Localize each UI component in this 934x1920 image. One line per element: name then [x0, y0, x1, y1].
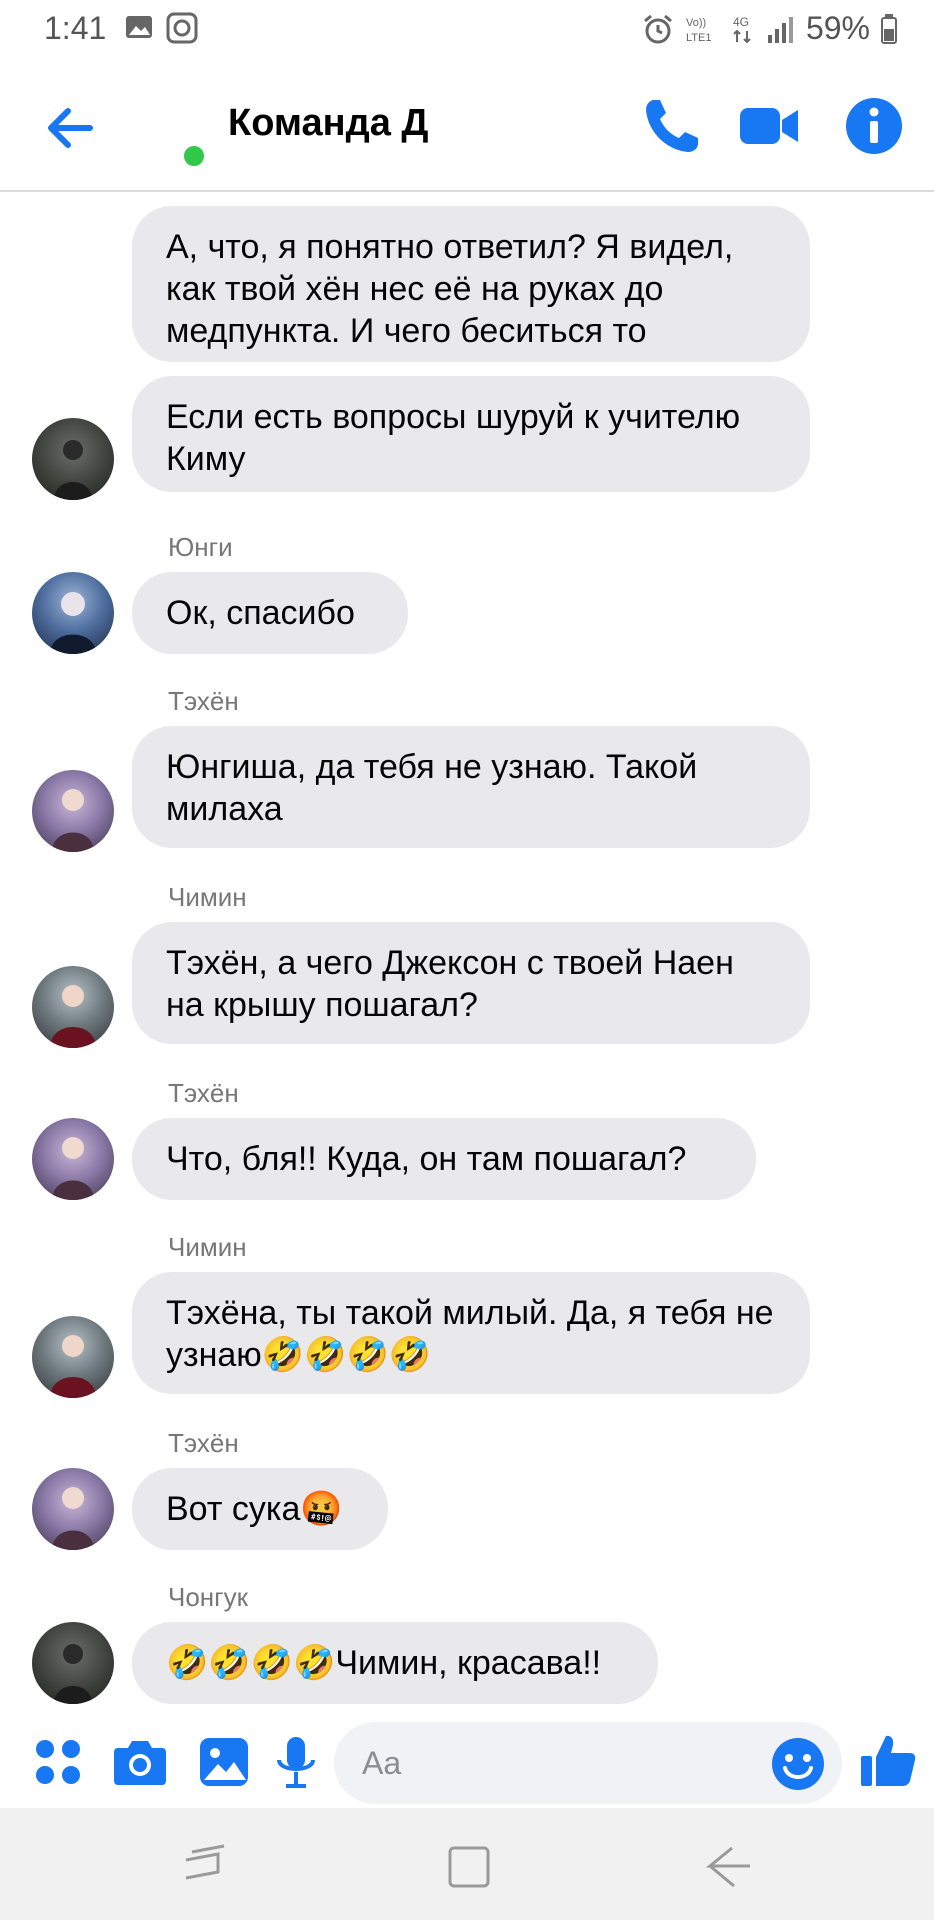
sender-name: Тэхён	[168, 686, 239, 716]
avatar[interactable]	[32, 1118, 114, 1200]
message-bubble[interactable]: Тэхён, а чего Джексон с твоей Наен на кр…	[132, 922, 810, 1044]
status-right: Vo)) LTE1 4G 59%	[642, 10, 898, 47]
gallery-notification-icon	[126, 16, 152, 38]
avatar[interactable]	[32, 1622, 114, 1704]
svg-text:4G: 4G	[733, 15, 749, 29]
message-bubble[interactable]: Тэхёна, ты такой милый. Да, я тебя не уз…	[132, 1272, 810, 1394]
thumbs-up-icon[interactable]	[858, 1730, 918, 1790]
avatar[interactable]	[32, 770, 114, 852]
info-icon[interactable]	[842, 94, 906, 158]
avatar[interactable]	[32, 966, 114, 1048]
avatar[interactable]	[32, 418, 114, 500]
message-text: Тэхёна, ты такой милый. Да, я тебя не уз…	[166, 1294, 774, 1374]
gallery-icon[interactable]	[194, 1732, 254, 1792]
sender-name: Чимин	[168, 1232, 247, 1262]
composer-bar	[0, 1722, 934, 1808]
sender-name: Чонгук	[168, 1582, 249, 1612]
avatar[interactable]	[32, 1468, 114, 1550]
message-input-wrapper	[334, 1722, 842, 1804]
sender-name: Чимин	[168, 882, 247, 912]
emoji-icon[interactable]	[770, 1736, 826, 1792]
video-icon[interactable]	[738, 94, 802, 158]
chat-title[interactable]: Команда Д	[228, 102, 428, 145]
message-list[interactable]: А, что, я понятно ответил? Я видел, как …	[0, 192, 934, 1722]
message-text: Вот сука🤬	[166, 1490, 343, 1528]
status-time: 1:41	[44, 10, 107, 46]
network-4g-icon: 4G	[733, 15, 751, 43]
alarm-icon	[643, 14, 672, 43]
svg-text:Vo)): Vo))	[686, 17, 706, 29]
battery-percent: 59%	[805, 10, 870, 46]
message-text: Ок, спасибо	[166, 594, 355, 632]
recent-apps-icon[interactable]	[180, 1842, 230, 1892]
message-text: Что, бля!! Куда, он там пошагал?	[166, 1140, 687, 1178]
message-bubble[interactable]: 🤣🤣🤣🤣Чимин, красава!!	[132, 1622, 658, 1704]
apps-icon[interactable]	[28, 1732, 88, 1792]
message-bubble[interactable]: Если есть вопросы шуруй к учителю Киму	[132, 376, 810, 492]
status-bar: 1:41 Vo)) LTE1 4G 59%	[0, 0, 934, 62]
signal-icon	[767, 16, 793, 43]
message-text: 🤣🤣🤣🤣Чимин, красава!!	[166, 1644, 602, 1682]
android-nav-bar	[0, 1808, 934, 1920]
home-icon[interactable]	[444, 1842, 494, 1892]
battery-icon	[881, 13, 897, 44]
online-status-dot	[180, 142, 208, 170]
message-bubble[interactable]: Вот сука🤬	[132, 1468, 388, 1550]
message-bubble[interactable]: Ок, спасибо	[132, 572, 408, 654]
avatar[interactable]	[32, 1316, 114, 1398]
message-bubble[interactable]: А, что, я понятно ответил? Я видел, как …	[132, 206, 810, 362]
message-text: Юнгиша, да тебя не узнаю. Такой милаха	[166, 748, 698, 828]
svg-text:LTE1: LTE1	[686, 32, 711, 44]
sender-name: Юнги	[168, 532, 233, 562]
message-bubble[interactable]: Что, бля!! Куда, он там пошагал?	[132, 1118, 756, 1200]
microphone-icon[interactable]	[266, 1732, 326, 1792]
camera-icon[interactable]	[110, 1732, 170, 1792]
avatar[interactable]	[32, 572, 114, 654]
message-bubble[interactable]: Юнгиша, да тебя не узнаю. Такой милаха	[132, 726, 810, 848]
phone-icon[interactable]	[640, 94, 704, 158]
back-arrow-icon[interactable]	[40, 98, 100, 158]
message-text: Тэхён, а чего Джексон с твоей Наен на кр…	[166, 944, 734, 1024]
sender-name: Тэхён	[168, 1078, 239, 1108]
message-text: А, что, я понятно ответил? Я видел, как …	[166, 228, 734, 350]
volte-icon: Vo)) LTE1	[686, 17, 711, 44]
message-text: Если есть вопросы шуруй к учителю Киму	[166, 398, 741, 478]
message-input[interactable]	[362, 1742, 742, 1784]
sender-name: Тэхён	[168, 1428, 239, 1458]
screen-recorder-icon	[166, 12, 198, 44]
back-icon[interactable]	[704, 1842, 754, 1892]
chat-header: Команда Д	[0, 62, 934, 192]
